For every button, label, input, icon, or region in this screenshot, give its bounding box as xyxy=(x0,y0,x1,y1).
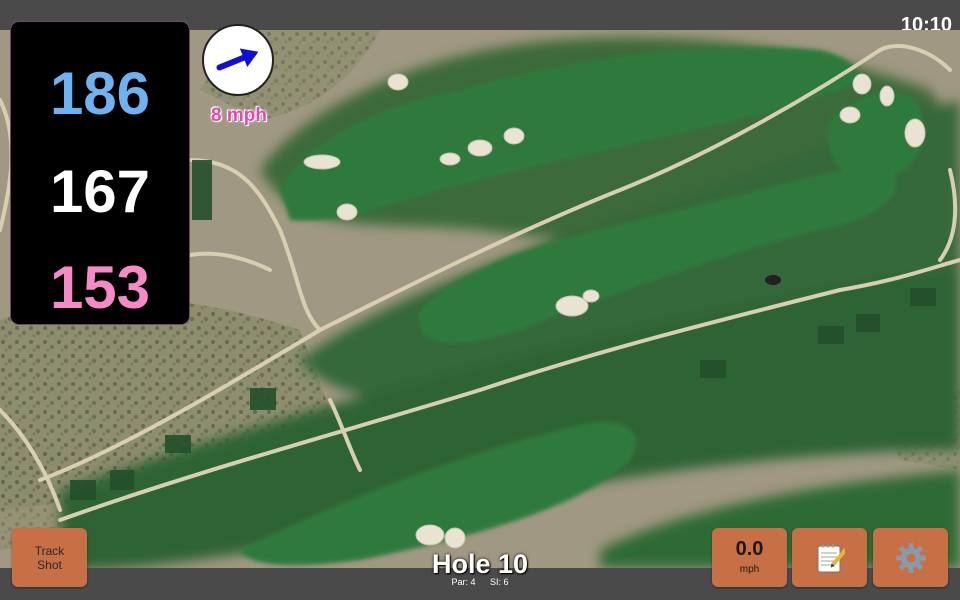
notepad-icon xyxy=(817,544,845,572)
wind-button-unit: mph xyxy=(739,564,760,575)
gear-icon xyxy=(895,542,926,573)
notes-button[interactable] xyxy=(792,528,867,587)
middle-distance: 167 xyxy=(49,158,151,225)
wind-direction-indicator xyxy=(202,24,274,96)
settings-button[interactable] xyxy=(873,528,948,587)
track-shot-label: Track Shot xyxy=(34,543,65,572)
front-distance: 153 xyxy=(49,254,151,321)
wind-button-value: 0.0 xyxy=(735,538,764,560)
back-distance: 186 xyxy=(49,60,151,127)
stroke-index-label: SI: 6 xyxy=(490,577,509,587)
hole-title: Hole 10 xyxy=(431,549,529,579)
hole-details: Par: 4 SI: 6 xyxy=(400,577,560,587)
distance-panel: 186 167 153 xyxy=(11,22,189,324)
wind-speed-button[interactable]: 0.0 mph xyxy=(712,528,787,587)
wind-speed-label: 8 mph xyxy=(211,105,267,126)
track-shot-button[interactable]: Track Shot xyxy=(12,528,87,587)
par-label: Par: 4 xyxy=(451,577,476,587)
wind-arrow-icon xyxy=(216,48,259,71)
